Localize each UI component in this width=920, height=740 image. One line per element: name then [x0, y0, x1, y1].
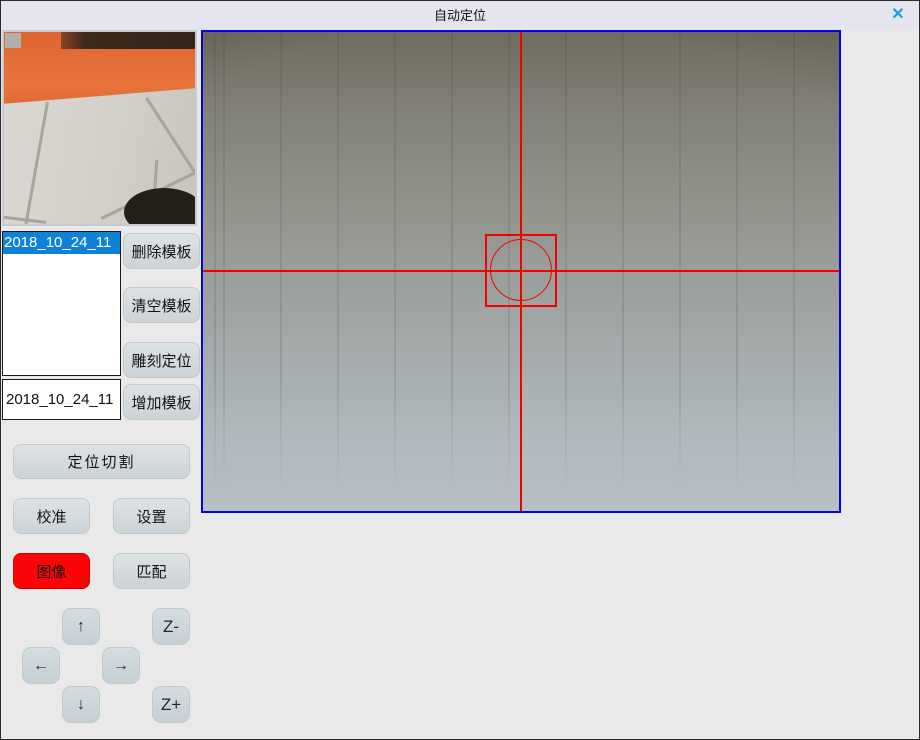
window-title: 自动定位	[1, 1, 919, 30]
crosshair-target-circle	[490, 239, 552, 301]
jog-left-button[interactable]: ←	[22, 647, 60, 684]
delete-template-button[interactable]: 删除模板	[123, 233, 200, 269]
jog-z-minus-button[interactable]: Z-	[152, 608, 190, 645]
thumbnail-gray-patch	[5, 33, 21, 48]
engrave-locate-button[interactable]: 雕刻定位	[123, 342, 200, 378]
image-button[interactable]: 图像	[13, 553, 90, 589]
jog-right-button[interactable]: →	[102, 647, 140, 684]
auto-locate-window: 自动定位 ✕ 2018_10_24_11 删除模板 清空模板 雕刻定位 增加模板…	[0, 0, 920, 740]
locate-cut-button[interactable]: 定位切割	[13, 444, 190, 479]
jog-up-button[interactable]: ↑	[62, 608, 100, 645]
jog-down-button[interactable]: ↓	[62, 686, 100, 723]
template-list-item[interactable]: 2018_10_24_11	[3, 232, 120, 254]
template-name-input[interactable]	[2, 379, 121, 420]
thumbnail-dark-object	[124, 188, 197, 226]
settings-button[interactable]: 设置	[113, 498, 190, 534]
calibrate-button[interactable]: 校准	[13, 498, 90, 534]
thumbnail-tile-grout-line	[145, 97, 197, 176]
camera-live-view	[201, 30, 841, 513]
jog-z-plus-button[interactable]: Z+	[152, 686, 190, 723]
close-icon[interactable]: ✕	[888, 5, 908, 25]
title-bar: 自动定位 ✕	[1, 1, 919, 30]
thumbnail-dark-band	[61, 32, 195, 49]
thumbnail-tile-grout-line	[24, 102, 49, 226]
clear-templates-button[interactable]: 清空模板	[123, 287, 200, 323]
add-template-button[interactable]: 增加模板	[123, 384, 200, 420]
template-thumbnail-preview	[2, 30, 197, 226]
template-list[interactable]: 2018_10_24_11	[2, 231, 121, 376]
match-button[interactable]: 匹配	[113, 553, 190, 589]
